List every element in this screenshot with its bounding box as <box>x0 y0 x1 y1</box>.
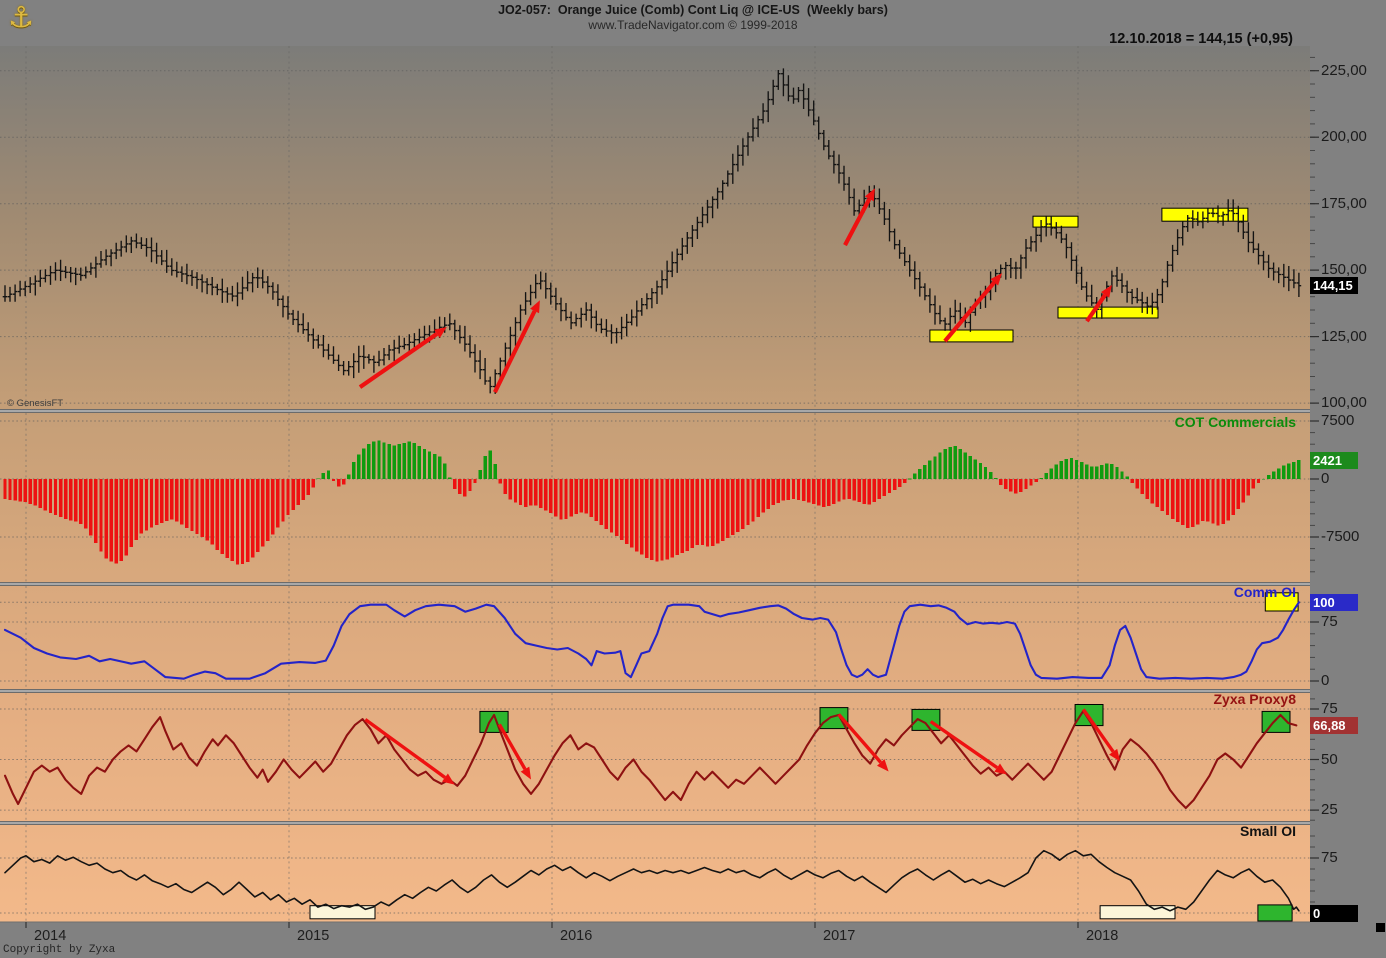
cot-value-box: 2421 <box>1310 451 1358 469</box>
panel-label-cot-commercials[interactable]: COT Commercials <box>1175 414 1296 430</box>
panel-label-zyxa-proxy8[interactable]: Zyxa Proxy8 <box>1214 691 1297 707</box>
price-value-box: 144,15 <box>1310 277 1358 295</box>
y-axis-tick-label: 25 <box>1321 801 1338 819</box>
y-axis-tick-label: 75 <box>1321 849 1338 866</box>
y-axis-tick-label: 225,00 <box>1321 61 1367 79</box>
chart-canvas[interactable] <box>0 0 1386 958</box>
resize-handle[interactable] <box>1376 923 1385 932</box>
x-axis-year-label: 2015 <box>297 928 330 944</box>
y-axis-tick-label: 200,00 <box>1321 128 1367 146</box>
genesisft-watermark: © GenesisFT <box>7 398 64 409</box>
y-axis-tick-label: 0 <box>1321 672 1330 689</box>
x-axis-year-label: 2017 <box>823 928 856 944</box>
y-axis-tick-label: 75 <box>1321 613 1338 630</box>
comm-oi-value-box: 100 <box>1310 593 1358 611</box>
small-oi-value-box: 0 <box>1310 904 1358 922</box>
x-axis-year-label: 2014 <box>34 928 67 944</box>
panel-label-comm-oi[interactable]: Comm OI <box>1234 584 1296 600</box>
x-axis-year-label: 2018 <box>1086 928 1119 944</box>
last-quote-readout: 12.10.2018 = 144,15 (+0,95) <box>1109 31 1293 47</box>
y-axis-tick-label: 0 <box>1321 470 1330 487</box>
x-axis-year-label: 2016 <box>560 928 593 944</box>
copyright-line: Copyright by Zyxa <box>3 944 116 956</box>
proxy8-value-box: 66,88 <box>1310 716 1358 734</box>
y-axis-tick-label: 125,00 <box>1321 327 1367 345</box>
y-axis-tick-label: 100,00 <box>1321 394 1367 412</box>
y-axis-tick-label: 175,00 <box>1321 194 1367 212</box>
chart-title: JO2-057: Orange Juice (Comb) Cont Liq @ … <box>498 3 888 17</box>
panel-label-small-oi[interactable]: Small OI <box>1240 823 1296 839</box>
y-axis-tick-label: 75 <box>1321 700 1338 717</box>
y-axis-tick-label: 50 <box>1321 750 1338 768</box>
vendor-url: www.TradeNavigator.com © 1999-2018 <box>588 18 798 32</box>
y-axis-tick-label: 7500 <box>1321 412 1355 429</box>
tradenavigator-chart-window: ⚓ JO2-057: Orange Juice (Comb) Cont Liq … <box>0 0 1386 958</box>
y-axis-tick-label: -7500 <box>1321 528 1360 545</box>
